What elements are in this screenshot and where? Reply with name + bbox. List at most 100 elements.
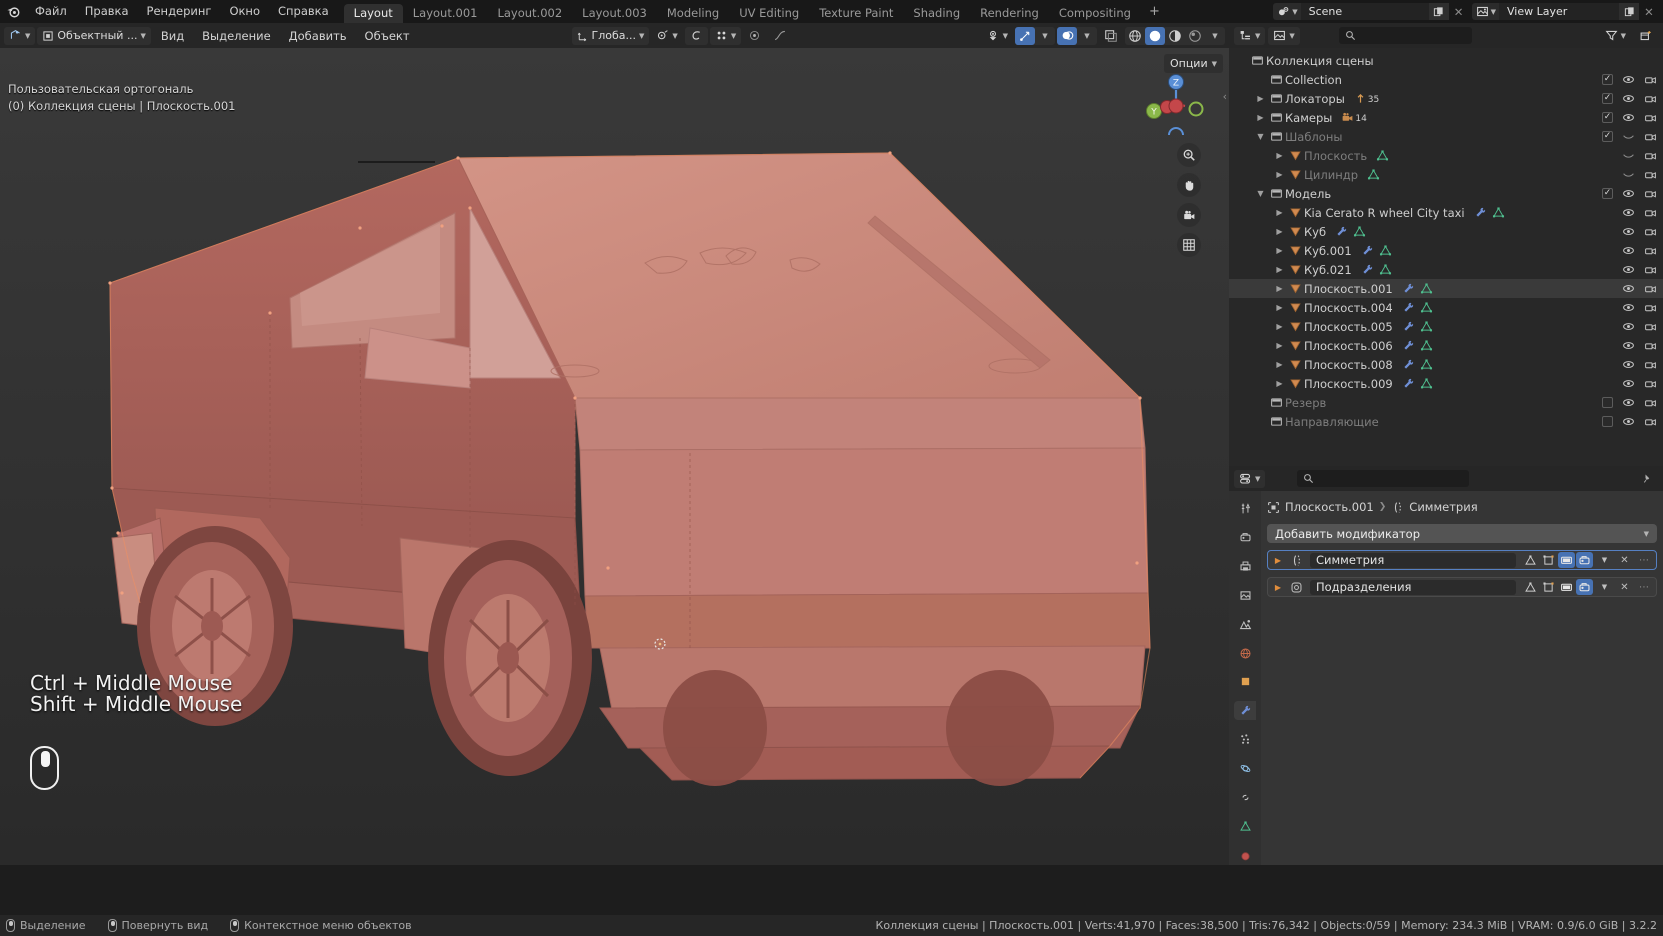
outliner-row[interactable]: ▶ Цилиндр <box>1229 165 1663 184</box>
outliner-exclude-checkbox[interactable] <box>1602 131 1613 142</box>
modifier-icon[interactable] <box>1335 225 1348 238</box>
modifier-extras-dropdown-icon[interactable]: ▼ <box>1596 552 1613 568</box>
outliner-row-label[interactable]: Шаблоны <box>1285 130 1342 144</box>
menu-select[interactable]: Выделение <box>194 27 279 45</box>
disclosure-collapsed-icon[interactable]: ▶ <box>1254 94 1267 103</box>
disclosure-collapsed-icon[interactable]: ▶ <box>1273 246 1286 255</box>
disclosure-expanded-icon[interactable]: ▼ <box>1254 189 1267 198</box>
properties-tab-tool[interactable] <box>1234 499 1256 518</box>
disclosure-collapsed-icon[interactable]: ▶ <box>1273 265 1286 274</box>
xray-toggle-icon[interactable] <box>1099 27 1123 45</box>
new-view-layer-button[interactable] <box>1619 3 1639 20</box>
camera-restrict-icon[interactable] <box>1644 396 1657 409</box>
snap-magnet-icon[interactable]: ▼ <box>651 27 682 45</box>
mesh-data-icon[interactable] <box>1367 168 1380 181</box>
modifier-row[interactable]: ▶ Подразделения ▼ ✕ ⋯ <box>1267 577 1657 597</box>
outliner-row[interactable]: Коллекция сцены <box>1229 51 1663 70</box>
edit-mode-display-icon[interactable] <box>1540 579 1557 595</box>
camera-restrict-icon[interactable] <box>1644 130 1657 143</box>
outliner-row[interactable]: ▶ Плоскость.006 <box>1229 336 1663 355</box>
realtime-display-icon[interactable] <box>1558 579 1575 595</box>
curve-falloff-icon[interactable] <box>768 27 792 45</box>
outliner-search-field[interactable] <box>1360 29 1467 42</box>
properties-tab-world-props[interactable] <box>1234 644 1256 663</box>
properties-tab-physics[interactable] <box>1234 759 1256 778</box>
editor-type-properties-icon[interactable]: ▼ <box>1234 469 1266 488</box>
disclosure-collapsed-icon[interactable]: ▶ <box>1273 360 1286 369</box>
mesh-data-icon[interactable] <box>1379 263 1392 276</box>
modifier-icon[interactable] <box>1361 263 1374 276</box>
outliner-row-label[interactable]: Куб <box>1304 225 1326 239</box>
mesh-data-icon[interactable] <box>1353 225 1366 238</box>
modifier-disclosure-icon[interactable]: ▶ <box>1271 583 1285 592</box>
menu-render[interactable]: Рендеринг <box>138 0 221 23</box>
properties-tab-modifier-wrench[interactable] <box>1234 701 1256 721</box>
modifier-icon[interactable] <box>1402 282 1415 295</box>
workspace-tab-rendering[interactable]: Rendering <box>970 4 1049 23</box>
menu-object[interactable]: Объект <box>357 27 418 45</box>
workspace-tab-layout-003[interactable]: Layout.003 <box>572 4 657 23</box>
disclosure-collapsed-icon[interactable]: ▶ <box>1273 170 1286 179</box>
workspace-tab-uv-editing[interactable]: UV Editing <box>729 4 809 23</box>
camera-restrict-icon[interactable] <box>1644 168 1657 181</box>
eye-icon[interactable] <box>1622 358 1635 371</box>
outliner-row[interactable]: ▶ Плоскость.008 <box>1229 355 1663 374</box>
sidebar-toggle-arrow-icon[interactable]: ‹ <box>1223 90 1227 103</box>
modifier-row[interactable]: ▶ Симметрия ▼ ✕ ⋯ <box>1267 550 1657 570</box>
view-layer-name[interactable]: View Layer <box>1499 3 1619 20</box>
outliner-search-input[interactable] <box>1338 27 1473 44</box>
mode-selector[interactable]: Объектный ... ▼ <box>37 26 151 45</box>
eye-icon[interactable] <box>1622 244 1635 257</box>
disclosure-collapsed-icon[interactable]: ▶ <box>1273 227 1286 236</box>
outliner-row-label[interactable]: Куб.021 <box>1304 263 1352 277</box>
properties-tab-scene-props[interactable] <box>1234 615 1256 634</box>
editor-type-3dview-icon[interactable]: ▼ <box>4 26 36 45</box>
mesh-data-icon[interactable] <box>1376 149 1389 162</box>
render-display-icon[interactable] <box>1576 552 1593 568</box>
outliner-row-label[interactable]: Резерв <box>1285 396 1326 410</box>
camera-restrict-icon[interactable] <box>1644 92 1657 105</box>
camera-restrict-icon[interactable] <box>1644 358 1657 371</box>
on-cage-icon[interactable] <box>1522 552 1539 568</box>
view-layer-selector[interactable]: ▼ View Layer ✕ <box>1471 3 1659 20</box>
camera-restrict-icon[interactable] <box>1644 377 1657 390</box>
overlays-icon[interactable] <box>1057 26 1077 45</box>
camera-restrict-icon[interactable] <box>1644 415 1657 428</box>
camera-restrict-icon[interactable] <box>1644 282 1657 295</box>
modifier-icon[interactable] <box>1402 377 1415 390</box>
properties-tab-particles[interactable] <box>1234 730 1256 749</box>
outliner-row[interactable]: ▶ Плоскость <box>1229 146 1663 165</box>
outliner-row-label[interactable]: Плоскость.005 <box>1304 320 1393 334</box>
menu-help[interactable]: Справка <box>269 0 338 23</box>
workspace-tab-layout-001[interactable]: Layout.001 <box>403 4 488 23</box>
properties-tab-object-props[interactable] <box>1234 673 1256 692</box>
shading-wireframe-icon[interactable] <box>1125 27 1145 45</box>
outliner-display-mode-icon[interactable]: ▼ <box>1234 26 1266 45</box>
mesh-data-icon[interactable] <box>1420 301 1433 314</box>
outliner-row[interactable]: ▼ Шаблоны <box>1229 127 1663 146</box>
modifier-close-icon[interactable]: ✕ <box>1616 579 1633 595</box>
outliner-row[interactable]: ▶ Куб.021 <box>1229 260 1663 279</box>
outliner-row-label[interactable]: Collection <box>1285 73 1342 87</box>
add-workspace-button[interactable]: + <box>1141 0 1168 23</box>
outliner-row[interactable]: ▼ Модель <box>1229 184 1663 203</box>
outliner-row[interactable]: ▶ Плоскость.001 <box>1229 279 1663 298</box>
object-types-visibility-icon[interactable]: ▼ <box>981 27 1013 45</box>
properties-pin-icon[interactable] <box>1636 470 1658 488</box>
eye-icon[interactable] <box>1622 92 1635 105</box>
outliner-row[interactable]: ▶ Плоскость.005 <box>1229 317 1663 336</box>
workspace-tab-shading[interactable]: Shading <box>903 4 970 23</box>
modifier-name-field[interactable]: Симметрия <box>1310 552 1516 568</box>
outliner-row[interactable]: ▶ Локаторы 35 <box>1229 89 1663 108</box>
add-modifier-button[interactable]: Добавить модификатор ▼ <box>1267 524 1657 543</box>
shading-rendered-icon[interactable] <box>1185 27 1205 45</box>
camera-restrict-icon[interactable] <box>1644 244 1657 257</box>
modifier-icon[interactable] <box>1402 301 1415 314</box>
properties-tab-output-printer[interactable] <box>1234 557 1256 576</box>
eye-icon[interactable] <box>1622 206 1635 219</box>
disclosure-collapsed-icon[interactable]: ▶ <box>1273 322 1286 331</box>
modifier-icon[interactable] <box>1402 339 1415 352</box>
disclosure-collapsed-icon[interactable]: ▶ <box>1273 341 1286 350</box>
outliner-row-label[interactable]: Цилиндр <box>1304 168 1358 182</box>
scene-icon[interactable]: ▼ <box>1273 3 1301 20</box>
